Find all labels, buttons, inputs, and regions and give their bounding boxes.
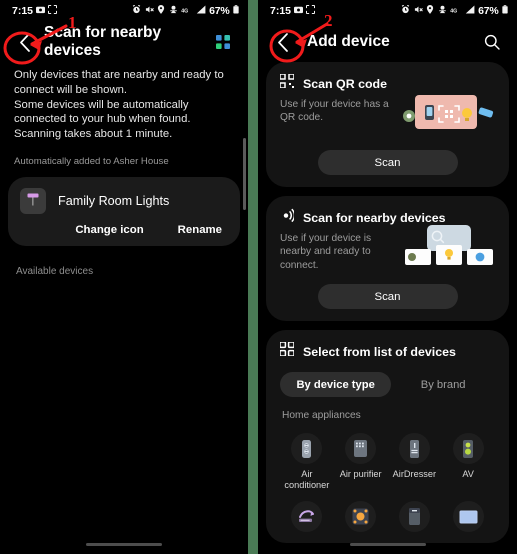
available-devices-label: Available devices (16, 265, 94, 277)
light-device-icon (20, 187, 46, 214)
qr-scan-illustration (403, 89, 495, 142)
blu-ray-icon (291, 501, 323, 532)
home-indicator-left[interactable] (86, 543, 162, 546)
home-indicator-right[interactable] (349, 543, 426, 546)
screenshot-icon (305, 4, 316, 17)
tab-by-brand[interactable]: By brand (391, 372, 495, 397)
device-tile-label: Air purifier (339, 469, 382, 479)
battery-percent-right: 67% (478, 5, 499, 17)
status-time: 7:15 (12, 5, 34, 17)
search-icon[interactable] (477, 27, 507, 57)
signal-icon (465, 5, 475, 17)
device-tile-blu-ray[interactable] (280, 501, 334, 537)
select-from-list-card: Select from list of devices By device ty… (266, 330, 509, 543)
device-name: Family Room Lights (58, 193, 170, 208)
cooktop-icon (345, 501, 377, 532)
device-tile-label: Air conditioner (284, 469, 330, 490)
left-phone-screen: 7:15 4G 67% Scan for nearby devices Only… (0, 0, 248, 554)
scan-qr-subtitle: Use if your device has a QR code. (280, 99, 389, 124)
device-tile-av[interactable]: AV (441, 433, 495, 491)
rename-button[interactable]: Rename (178, 224, 222, 236)
device-card: Family Room Lights Change icon Rename (8, 176, 240, 246)
right-page-title: Add device (307, 33, 390, 50)
scan-nearby-card[interactable]: Scan for nearby devices Use if your devi… (266, 196, 509, 321)
tab-by-device-type[interactable]: By device type (280, 372, 392, 397)
right-header: Add device (258, 22, 517, 62)
battery-icon (233, 5, 239, 17)
scan-qr-card[interactable]: Scan QR code Use if your device has a QR… (266, 62, 509, 187)
air-conditioner-icon (291, 433, 323, 464)
screenshot-icon (47, 4, 58, 17)
description-line-2: Some devices will be automatically conne… (14, 98, 191, 141)
battery-percent: 67% (209, 5, 230, 17)
annotation-1-number: 1 (68, 13, 77, 32)
left-description: Only devices that are nearby and ready t… (0, 62, 248, 142)
device-tile-cooktop[interactable] (334, 501, 388, 537)
right-phone-screen: 7:15 4G 67% Add device Scan QR code Use … (258, 0, 517, 554)
scan-qr-button[interactable]: Scan (317, 150, 458, 175)
display-icon (452, 501, 484, 532)
apps-grid-icon[interactable] (208, 27, 238, 57)
device-tile-label: AirDresser (392, 469, 437, 479)
dual-screenshot: 7:15 4G 67% Scan for nearby devices Only… (0, 0, 517, 554)
vpn-icon (438, 5, 447, 17)
description-line-1: Only devices that are nearby and ready t… (14, 69, 224, 96)
device-tile-airdresser[interactable]: AirDresser (388, 433, 442, 491)
air-purifier-icon (345, 433, 377, 464)
mute-icon (145, 5, 154, 17)
grid-squares-icon (279, 341, 295, 361)
data-speed-icon: 4G (450, 5, 461, 17)
left-header: Scan for nearby devices (0, 22, 248, 62)
av-icon (452, 433, 484, 464)
scan-nearby-subtitle: Use if your device is nearby and ready t… (280, 233, 372, 271)
camera-icon (294, 5, 304, 17)
mute-icon (414, 5, 423, 17)
home-appliances-label: Home appliances (282, 410, 361, 421)
change-icon-button[interactable]: Change icon (75, 224, 143, 236)
device-tile-display[interactable] (441, 501, 495, 537)
alarm-icon (132, 4, 141, 17)
dishwasher-icon (398, 501, 430, 532)
device-filter-tabs: By device type By brand (280, 372, 495, 397)
device-tile-dishwasher[interactable] (388, 501, 442, 537)
camera-icon (36, 5, 46, 17)
scan-qr-title: Scan QR code (303, 76, 388, 91)
device-tile-air-conditioner[interactable]: Air conditioner (280, 433, 334, 491)
select-list-title: Select from list of devices (303, 344, 456, 359)
vpn-icon (169, 5, 178, 17)
svg-text:4G: 4G (450, 8, 457, 14)
location-icon (426, 5, 434, 17)
nearby-devices-illustration (403, 223, 495, 276)
signal-icon (196, 5, 206, 17)
scan-nearby-button[interactable]: Scan (317, 284, 458, 309)
svg-text:4G: 4G (181, 8, 188, 14)
battery-icon (502, 5, 508, 17)
device-tile-label: AV (462, 469, 474, 479)
qr-code-icon (279, 73, 295, 93)
auto-added-note: Automatically added to Asher House (14, 155, 169, 167)
location-icon (157, 5, 165, 17)
right-content: Scan QR code Use if your device has a QR… (258, 62, 517, 543)
left-back-button[interactable] (10, 27, 40, 57)
status-bar-left: 7:15 4G 67% (0, 0, 248, 22)
status-time-right: 7:15 (270, 5, 292, 17)
alarm-icon (401, 4, 410, 17)
radar-icon (280, 208, 296, 227)
panel-divider (248, 0, 258, 554)
status-bar-right: 7:15 4G 67% (258, 0, 517, 22)
right-back-button[interactable] (268, 27, 298, 57)
scrollbar[interactable] (243, 138, 246, 210)
annotation-2-number: 2 (324, 11, 333, 30)
airdresser-icon (398, 433, 430, 464)
device-tile-air-purifier[interactable]: Air purifier (334, 433, 388, 491)
data-speed-icon: 4G (181, 5, 192, 17)
device-type-grid: Air conditioner Air purifier AirDresser (280, 423, 495, 537)
